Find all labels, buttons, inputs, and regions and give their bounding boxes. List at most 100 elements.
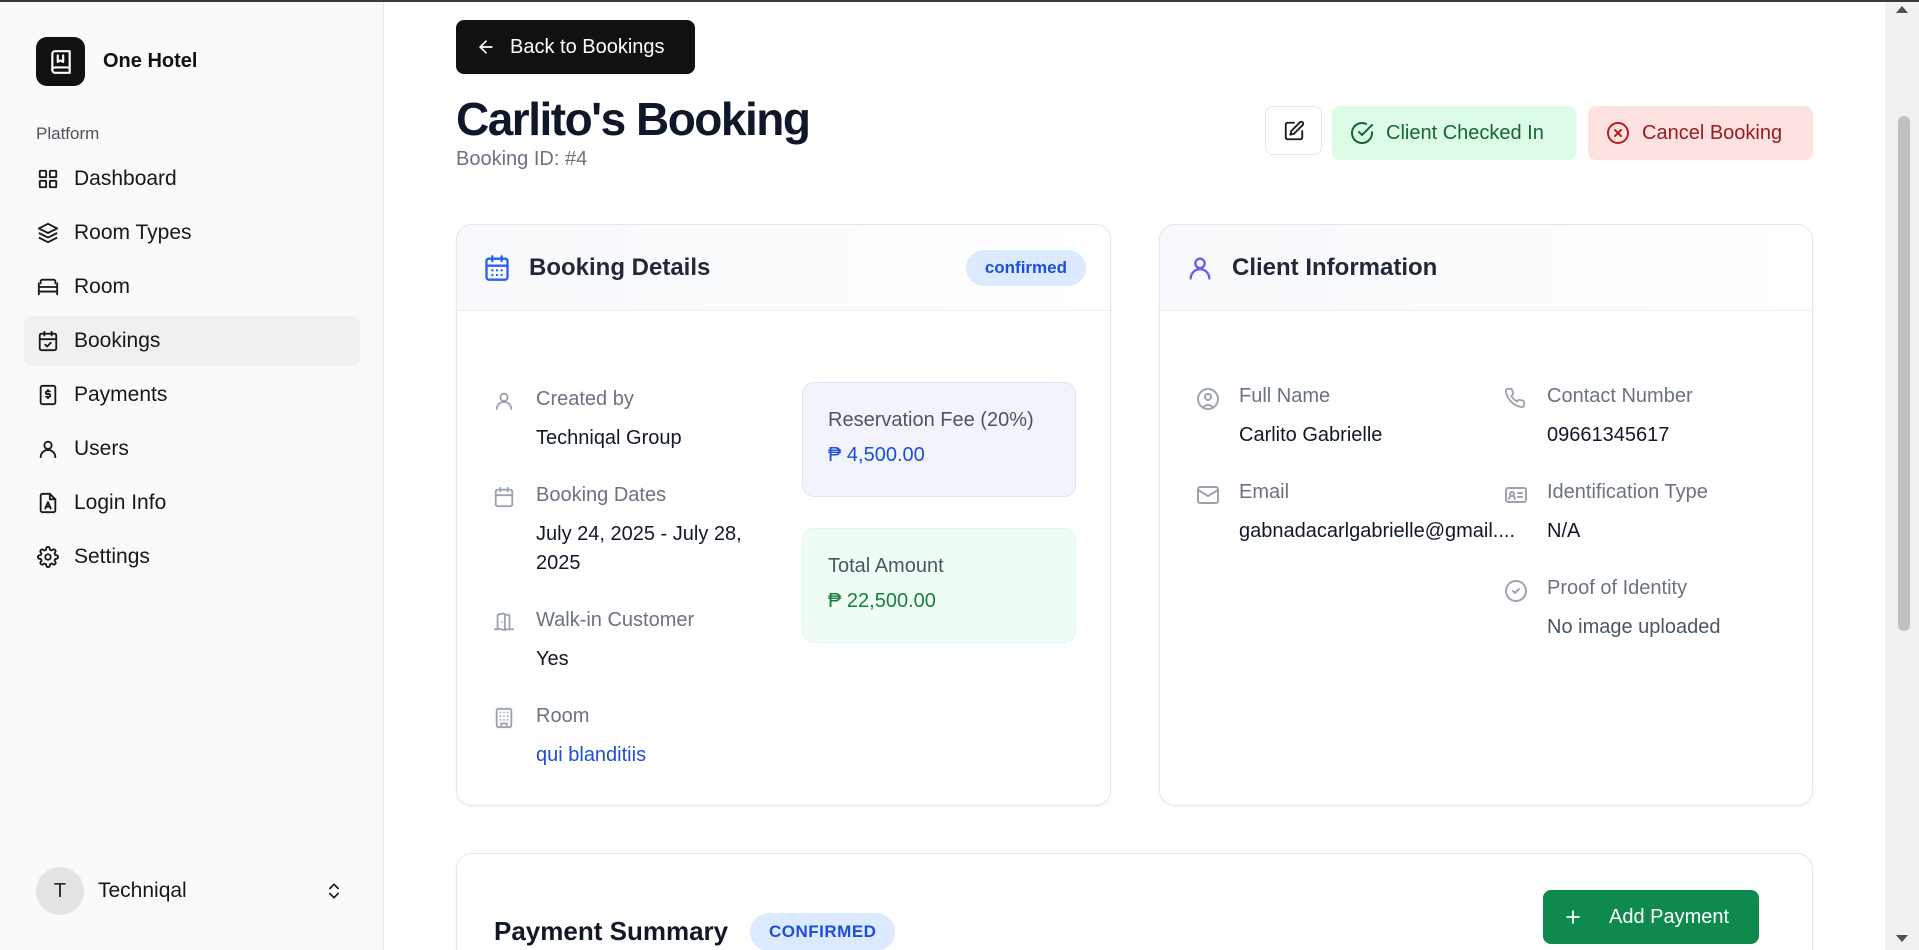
walkin-field: Walk-in Customer Yes (493, 609, 773, 679)
sidebar-item-room[interactable]: Room (24, 262, 360, 312)
payment-summary-card: Payment Summary CONFIRMED Add Payment (456, 853, 1813, 950)
proof-of-identity-field: Proof of Identity No image uploaded (1504, 577, 1784, 647)
room-link[interactable]: qui blanditiis (536, 741, 646, 770)
email-value: gabnadacarlgabrielle@gmail.... (1239, 520, 1516, 542)
sidebar-item-label: Room Types (74, 221, 192, 244)
calendar-icon (483, 254, 511, 282)
checked-in-label: Client Checked In (1386, 121, 1544, 144)
sidebar-nav: Dashboard Room Types Room Bookings Payme… (24, 154, 360, 586)
full-name-value: Carlito Gabrielle (1239, 424, 1383, 446)
booking-details-header: Booking Details confirmed (457, 225, 1110, 311)
sidebar-item-dashboard[interactable]: Dashboard (24, 154, 360, 204)
booking-dates-field: Booking Dates July 24, 2025 - July 28, 2… (493, 484, 783, 584)
mail-icon (1196, 483, 1220, 507)
calendar-check-icon (36, 329, 60, 353)
sidebar-item-payments[interactable]: Payments (24, 370, 360, 420)
badge-check-icon (1504, 579, 1528, 603)
scroll-down-arrow-icon[interactable] (1896, 935, 1908, 942)
created-by-value: Techniqal Group (536, 427, 682, 449)
sidebar-item-users[interactable]: Users (24, 424, 360, 474)
client-information-title: Client Information (1232, 253, 1438, 281)
room-label: Room (536, 705, 590, 727)
payment-status-badge: CONFIRMED (750, 913, 896, 950)
gear-icon (36, 545, 60, 569)
user-menu[interactable]: T Techniqal (36, 866, 356, 916)
edit-icon (1283, 120, 1305, 142)
sidebar-item-settings[interactable]: Settings (24, 532, 360, 582)
user-icon (493, 390, 515, 412)
contact-number-field: Contact Number 09661345617 (1504, 385, 1784, 455)
page-scrollbar[interactable] (1885, 0, 1919, 950)
client-information-header: Client Information (1160, 225, 1812, 311)
sidebar-item-label: Bookings (74, 329, 161, 352)
sidebar-item-label: Payments (74, 383, 168, 406)
brand[interactable]: One Hotel (36, 37, 197, 86)
arrow-left-icon (476, 37, 496, 57)
total-amount-value: ₱ 22,500.00 (828, 590, 936, 612)
bed-icon (36, 275, 60, 299)
app-name: One Hotel (103, 50, 198, 72)
booking-dates-value: July 24, 2025 - July 28, 2025 (536, 520, 776, 578)
page-title: Carlito's Booking (456, 93, 811, 145)
window-top-border (0, 0, 1919, 2)
full-name-field: Full Name Carlito Gabrielle (1196, 385, 1476, 455)
payment-summary-title: Payment Summary (494, 916, 729, 946)
x-circle-icon (1606, 121, 1630, 145)
booking-dates-line1: July 24, 2025 - July 28, (536, 523, 742, 545)
check-circle-icon (1350, 121, 1374, 145)
sidebar-item-label: Users (74, 437, 129, 460)
identification-type-field: Identification Type N/A (1504, 481, 1784, 551)
sidebar-item-label: Room (74, 275, 131, 298)
back-button-label: Back to Bookings (510, 35, 665, 58)
plus-icon (1563, 907, 1583, 927)
reservation-fee-label: Reservation Fee (20%) (828, 409, 1034, 431)
booking-details-card: Booking Details confirmed Created by Tec… (456, 224, 1111, 806)
sidebar: One Hotel Platform Dashboard Room Types … (0, 0, 384, 950)
door-icon (493, 611, 515, 633)
receipt-icon (36, 383, 60, 407)
reservation-fee-box: Reservation Fee (20%) ₱ 4,500.00 (802, 382, 1076, 497)
file-user-icon (36, 491, 60, 515)
booking-dates-line2: 2025 (536, 552, 581, 574)
scrollbar-thumb[interactable] (1898, 116, 1910, 631)
layers-icon (36, 221, 60, 245)
proof-of-identity-label: Proof of Identity (1547, 577, 1688, 599)
total-amount-label: Total Amount (828, 555, 944, 577)
id-card-icon (1504, 483, 1528, 507)
phone-icon (1504, 387, 1526, 409)
sidebar-item-bookings[interactable]: Bookings (24, 316, 360, 366)
book-logo-icon (36, 37, 85, 86)
cancel-booking-label: Cancel Booking (1642, 121, 1783, 144)
booking-id: Booking ID: #4 (456, 148, 588, 170)
sidebar-item-label: Login Info (74, 491, 167, 514)
add-payment-button[interactable]: Add Payment (1543, 890, 1759, 944)
user-circle-icon (1196, 387, 1220, 411)
scroll-up-arrow-icon[interactable] (1896, 6, 1908, 13)
client-information-card: Client Information Full Name Carlito Gab… (1159, 224, 1813, 806)
created-by-field: Created by Techniqal Group (493, 388, 773, 458)
calendar-icon (493, 486, 515, 508)
sidebar-item-label: Dashboard (74, 167, 177, 190)
client-checked-in-button[interactable]: Client Checked In (1332, 106, 1576, 160)
edit-booking-button[interactable] (1265, 106, 1322, 155)
created-by-label: Created by (536, 388, 634, 410)
building-icon (493, 707, 515, 729)
booking-details-title: Booking Details (529, 253, 711, 281)
walkin-label: Walk-in Customer (536, 609, 695, 631)
room-field: Room qui blanditiis (493, 705, 773, 775)
identification-type-label: Identification Type (1547, 481, 1708, 503)
sidebar-item-room-types[interactable]: Room Types (24, 208, 360, 258)
user-icon (36, 437, 60, 461)
sidebar-item-login-info[interactable]: Login Info (24, 478, 360, 528)
add-payment-label: Add Payment (1609, 905, 1730, 928)
contact-number-value: 09661345617 (1547, 424, 1670, 446)
cancel-booking-button[interactable]: Cancel Booking (1588, 106, 1813, 160)
contact-number-label: Contact Number (1547, 385, 1693, 407)
proof-of-identity-value: No image uploaded (1547, 616, 1721, 638)
reservation-fee-value: ₱ 4,500.00 (828, 444, 925, 466)
sidebar-item-label: Settings (74, 545, 150, 568)
back-to-bookings-button[interactable]: Back to Bookings (456, 20, 695, 74)
dashboard-icon (36, 167, 60, 191)
avatar: T (36, 867, 84, 915)
chevron-up-down-icon (324, 881, 344, 901)
